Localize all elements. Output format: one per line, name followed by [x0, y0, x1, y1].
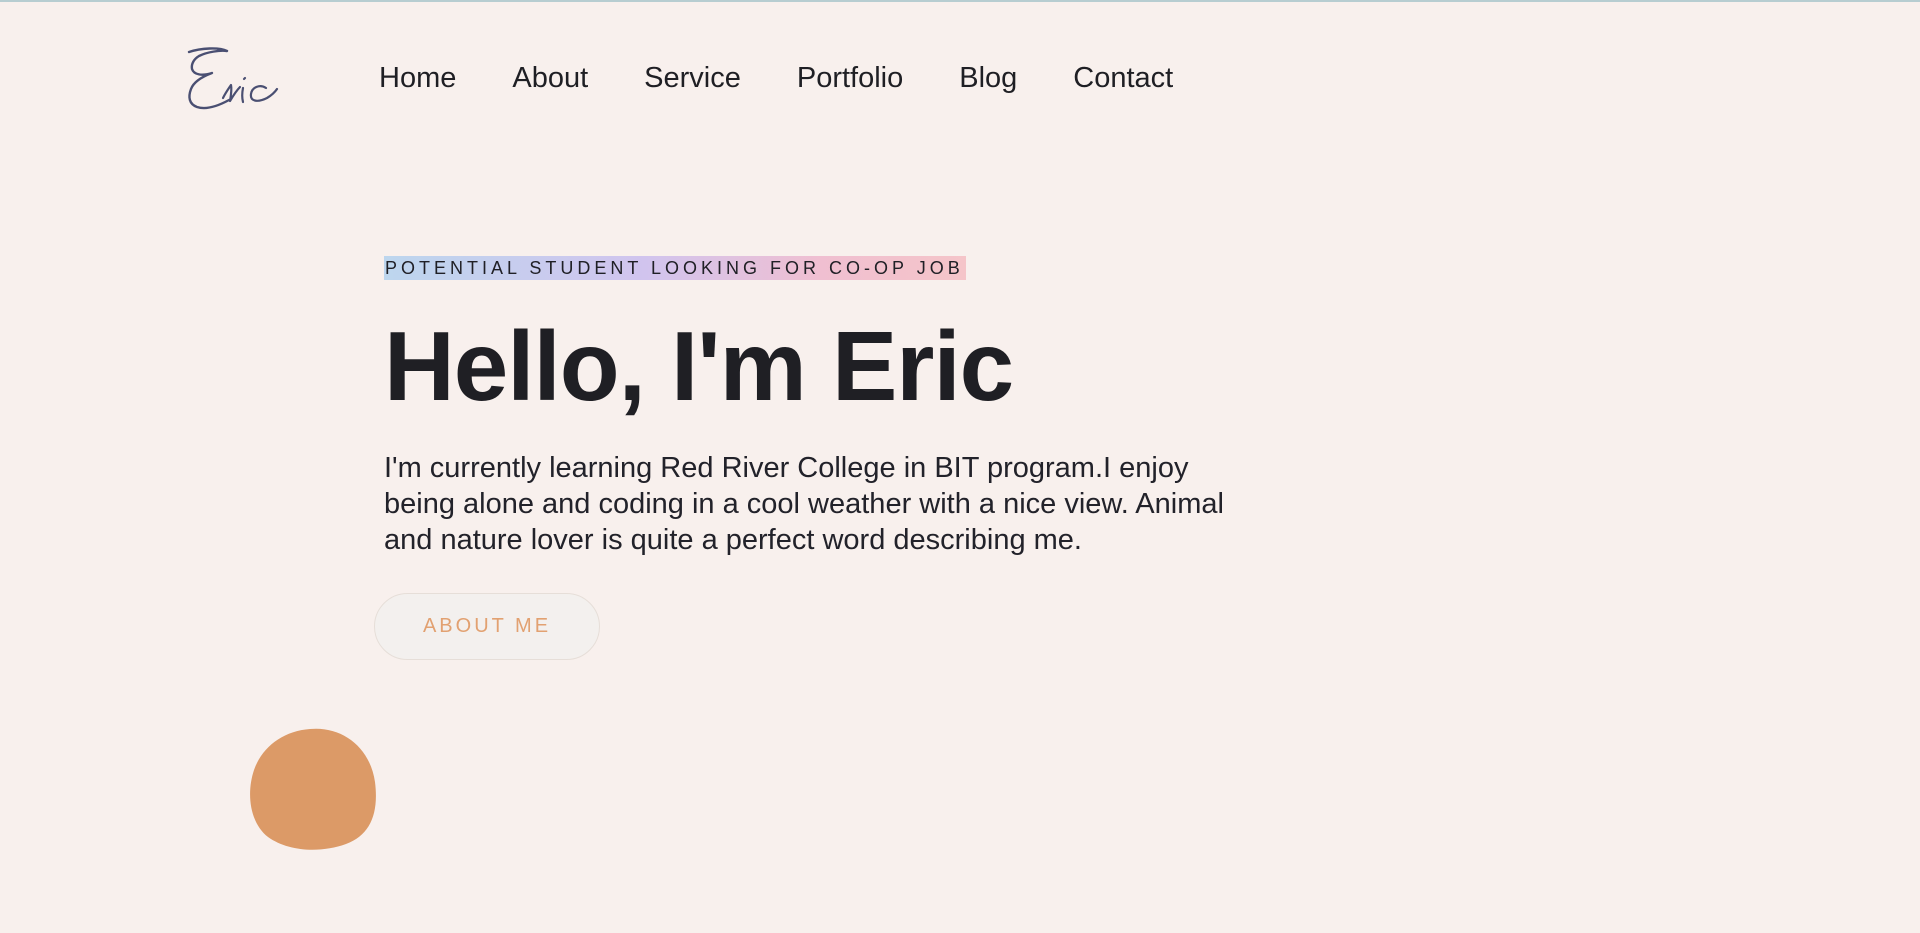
site-header: Home About Service Portfolio Blog Contac…: [0, 2, 1920, 162]
nav-home[interactable]: Home: [379, 61, 456, 95]
nav-portfolio[interactable]: Portfolio: [797, 61, 903, 95]
nav-about[interactable]: About: [512, 61, 588, 95]
hero-eyebrow: POTENTIAL STUDENT LOOKING FOR CO-OP JOB: [384, 256, 966, 280]
orange-blob-icon: [250, 728, 376, 850]
hero-title: Hello, I'm Eric: [384, 311, 1014, 421]
nav-blog[interactable]: Blog: [959, 61, 1017, 95]
hero-description: I'm currently learning Red River College…: [384, 452, 1224, 556]
site-logo[interactable]: [171, 44, 279, 118]
about-me-button[interactable]: ABOUT ME: [374, 593, 600, 660]
main-navigation: Home About Service Portfolio Blog Contac…: [379, 61, 1229, 95]
nav-service[interactable]: Service: [644, 61, 741, 95]
hero-section: POTENTIAL STUDENT LOOKING FOR CO-OP JOB …: [384, 256, 1244, 558]
nav-contact[interactable]: Contact: [1073, 61, 1173, 95]
